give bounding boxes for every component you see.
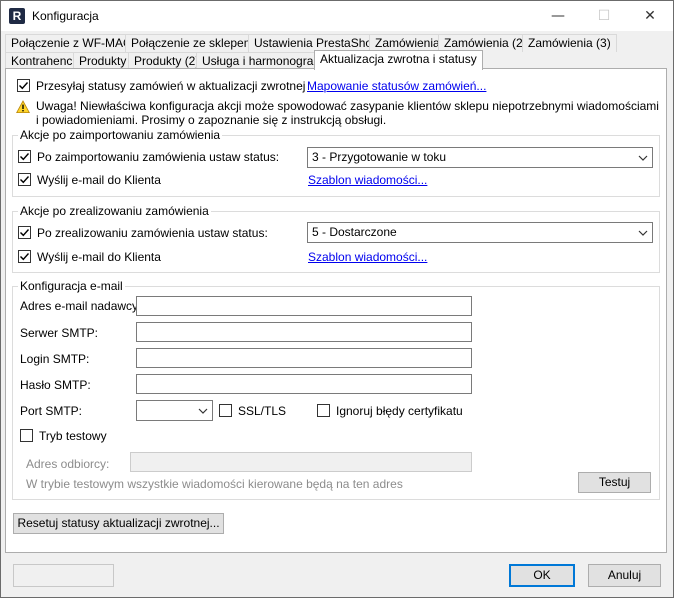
after-import-status-select[interactable]: 3 - Przygotowanie w toku [307, 147, 653, 168]
test-mode-note: W trybie testowym wszystkie wiadomości k… [26, 477, 403, 491]
smtp-login-label: Login SMTP: [20, 352, 90, 366]
after-import-status-value: 3 - Przygotowanie w toku [312, 150, 447, 164]
smtp-server-input[interactable] [136, 322, 472, 342]
after-import-template-link[interactable]: Szablon wiadomości... [308, 173, 427, 187]
tab-polaczenie-sklep[interactable]: Połączenie ze sklepem [125, 34, 260, 52]
test-mode-checkbox[interactable] [20, 429, 33, 442]
sender-email-input[interactable] [136, 296, 472, 316]
after-import-status-checkbox[interactable] [18, 150, 31, 163]
tab-panel: Przesyłaj statusy zamówień w aktualizacj… [5, 68, 667, 553]
cancel-button[interactable]: Anuluj [588, 564, 661, 587]
after-complete-email-label: Wyślij e-mail do Klienta [37, 250, 161, 264]
recipient-label: Adres odbiorcy: [26, 457, 110, 471]
after-import-title: Akcje po zaimportowaniu zamówienia [18, 128, 223, 142]
send-statuses-label: Przesyłaj statusy zamówień w aktualizacj… [36, 79, 306, 93]
smtp-password-label: Hasło SMTP: [20, 378, 91, 392]
title-bar: R Konfiguracja — ☐ ✕ [1, 1, 673, 31]
ignore-cert-label: Ignoruj błędy certyfikatu [336, 404, 463, 418]
ssl-checkbox[interactable] [219, 404, 232, 417]
smtp-login-input[interactable] [136, 348, 472, 368]
after-import-group: Akcje po zaimportowaniu zamówienia Po za… [12, 128, 660, 197]
tab-zamowienia-3[interactable]: Zamówienia (3) [522, 34, 617, 52]
recipient-input[interactable] [130, 452, 472, 472]
sender-label: Adres e-mail nadawcy: [20, 299, 142, 313]
warning-text-line2: i powiadomieniami. Prosimy o zapoznanie … [36, 113, 387, 127]
after-complete-title: Akcje po zrealizowaniu zamówienia [18, 204, 211, 218]
test-mode-label: Tryb testowy [39, 429, 107, 443]
config-window: R Konfiguracja — ☐ ✕ Połączenie z WF-MAG… [0, 0, 674, 598]
ok-button[interactable]: OK [509, 564, 575, 587]
chevron-down-icon [638, 155, 648, 161]
after-complete-status-select[interactable]: 5 - Dostarczone [307, 222, 653, 243]
send-statuses-checkbox[interactable] [17, 79, 30, 92]
ignore-cert-checkbox[interactable] [317, 404, 330, 417]
close-button[interactable]: ✕ [627, 1, 673, 31]
after-complete-status-value: 5 - Dostarczone [312, 225, 397, 239]
after-complete-status-checkbox[interactable] [18, 226, 31, 239]
smtp-port-select[interactable] [136, 400, 213, 421]
app-logo-icon: R [9, 8, 25, 24]
window-title: Konfiguracja [32, 9, 99, 23]
after-import-email-checkbox[interactable] [18, 173, 31, 186]
chevron-down-icon [638, 230, 648, 236]
after-complete-email-checkbox[interactable] [18, 250, 31, 263]
status-mapping-link[interactable]: Mapowanie statusów zamówień... [307, 79, 486, 93]
email-config-title: Konfiguracja e-mail [18, 279, 125, 293]
warning-text-line1: Uwaga! Niewłaściwa konfiguracja akcji mo… [36, 99, 659, 113]
after-complete-status-label: Po zrealizowaniu zamówienia ustaw status… [37, 226, 268, 240]
blank-footer-button [13, 564, 114, 587]
smtp-port-label: Port SMTP: [20, 404, 83, 418]
email-config-group: Konfiguracja e-mail Adres e-mail nadawcy… [12, 279, 660, 500]
after-complete-group: Akcje po zrealizowaniu zamówienia Po zre… [12, 204, 660, 273]
smtp-server-label: Serwer SMTP: [20, 326, 99, 340]
after-complete-template-link[interactable]: Szablon wiadomości... [308, 250, 427, 264]
minimize-button[interactable]: — [535, 1, 581, 31]
maximize-button: ☐ [597, 8, 611, 24]
after-import-email-label: Wyślij e-mail do Klienta [37, 173, 161, 187]
test-button[interactable]: Testuj [578, 472, 651, 493]
after-import-status-label: Po zaimportowaniu zamówienia ustaw statu… [37, 150, 280, 164]
tab-polaczenie-wfmag[interactable]: Połączenie z WF-MAG [5, 34, 139, 52]
smtp-password-input[interactable] [136, 374, 472, 394]
chevron-down-icon [198, 408, 208, 414]
warning-icon [16, 100, 30, 113]
reset-statuses-button[interactable]: Resetuj statusy aktualizacji zwrotnej... [13, 513, 224, 534]
tab-aktualizacja-zwrotna[interactable]: Aktualizacja zwrotna i statusy [314, 50, 483, 70]
ssl-label: SSL/TLS [238, 404, 287, 418]
